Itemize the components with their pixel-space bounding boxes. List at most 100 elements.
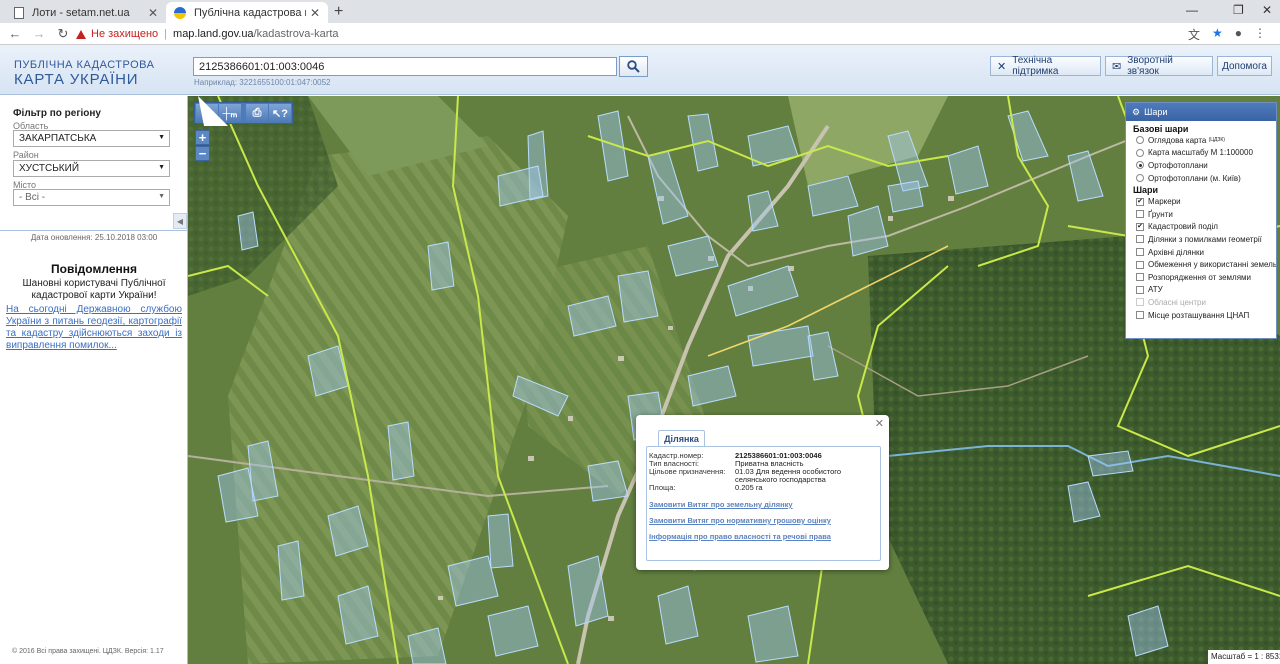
rayon-label: Район [13, 150, 39, 160]
zoom-control: + − [195, 130, 210, 162]
help-button[interactable]: Допомога [1217, 56, 1272, 76]
notice-title: Повідомлення [51, 262, 137, 276]
base-layer-option[interactable]: Оглядова карта (ЦДЗК) [1126, 134, 1276, 147]
area-label: Площа: [649, 483, 676, 492]
new-tab-icon[interactable]: + [334, 3, 343, 21]
zoom-in-button[interactable]: + [195, 130, 210, 145]
cadastral-search-input[interactable] [193, 57, 617, 76]
browser-tab-setam[interactable]: Лоти - setam.net.ua ✕ [6, 2, 166, 23]
search-button[interactable] [619, 56, 648, 77]
back-icon[interactable]: ← [6, 26, 24, 41]
order-valuation-link[interactable]: Замовити Витяг про нормативну грошову оц… [649, 516, 831, 525]
overlay-layer-option[interactable]: Ґрунти [1126, 208, 1276, 221]
tab-close-icon[interactable]: ✕ [310, 6, 320, 20]
gear-icon: ⚙ [1132, 106, 1141, 117]
support-button[interactable]: ✕ Технічна підтримка [990, 55, 1101, 77]
restore-icon[interactable]: ❐ [1233, 3, 1244, 17]
layers-header[interactable]: ⚙ Шари [1126, 103, 1276, 121]
copyright: © 2016 Всі права захищені. ЦДЗК. Версія:… [12, 648, 164, 655]
printer-icon: ⎙ [252, 106, 262, 119]
ukraine-emblem-icon [174, 6, 186, 19]
oblast-select[interactable]: ЗАКАРПАТСЬКА ▼ [13, 130, 170, 147]
overlay-layer-option[interactable]: Архівні ділянки [1126, 246, 1276, 259]
base-layer-option[interactable]: Карта масштабу М 1:100000 [1126, 147, 1276, 160]
checkbox-checked[interactable]: ✔ [1136, 222, 1144, 231]
update-date: Дата оновлення: 25.10.2018 03:00 [30, 233, 158, 242]
checkbox[interactable] [1136, 248, 1144, 257]
site-header: ПУБЛІЧНА КАДАСТРОВА КАРТА УКРАЇНИ Наприк… [0, 45, 1280, 95]
overlay-layer-option-disabled: Обласні центри [1126, 296, 1276, 309]
close-icon[interactable]: ✕ [875, 417, 884, 430]
notice-link[interactable]: На сьогодні Державною службою України з … [6, 304, 182, 352]
orthophoto-map[interactable] [188, 96, 1280, 664]
popup-pointer [198, 96, 228, 126]
overlay-layer-option[interactable]: Розпорядження от землями [1126, 271, 1276, 284]
minimize-icon[interactable]: — [1186, 3, 1198, 17]
filter-title: Фільтр по регіону [13, 108, 101, 119]
checkbox[interactable] [1136, 260, 1144, 269]
dropdown-arrow-icon: ▼ [158, 193, 165, 200]
menu-dots-icon[interactable]: ⋮ [1254, 26, 1266, 43]
url-path: /kadastrova-karta [253, 28, 339, 40]
tab-parcel[interactable]: Ділянка [658, 430, 705, 447]
bookmark-star-icon[interactable]: ★ [1212, 26, 1223, 43]
area-value: 0.205 га [735, 483, 763, 492]
base-layer-option[interactable]: Ортофотоплани [1126, 159, 1276, 172]
feedback-button[interactable]: ✉ Зворотній зв'язок [1105, 55, 1213, 77]
parcel-info-popup: ✕ Ділянка Кадастр.номер: 2125386601:01:0… [636, 415, 889, 570]
overlay-layer-option[interactable]: Обмеження у використанні земель [1126, 258, 1276, 271]
left-panel: Фільтр по регіону Область ЗАКАРПАТСЬКА ▼ … [0, 96, 188, 664]
overlay-layer-option[interactable]: ✔ Маркери [1126, 195, 1276, 208]
window-close-icon[interactable]: ✕ [1262, 3, 1272, 17]
overlay-layer-option[interactable]: ✔ Кадастровий поділ [1126, 221, 1276, 234]
popup-body: Кадастр.номер: 2125386601:01:003:0046 Ти… [646, 446, 881, 561]
order-extract-link[interactable]: Замовити Витяг про земельну ділянку [649, 500, 793, 509]
forward-icon[interactable]: → [30, 26, 48, 41]
address-bar: ← → ↻ Не захищено | map.land.gov.ua/kada… [0, 23, 1280, 45]
page-icon [14, 6, 24, 19]
base-layer-option[interactable]: Ортофотоплани (м. Київ) [1126, 172, 1276, 185]
url-field[interactable]: Не захищено | map.land.gov.ua/kadastrova… [76, 25, 1226, 43]
translate-icon[interactable]: 文 [1188, 26, 1200, 43]
identify-button[interactable]: ↖? [269, 104, 291, 122]
tab-close-icon[interactable]: ✕ [148, 6, 158, 20]
search-hint: Наприклад: 3221655100:01:047:0052 [194, 78, 331, 87]
overlay-layer-option[interactable]: Місце розташування ЦНАП [1126, 309, 1276, 322]
checkbox[interactable] [1136, 311, 1144, 320]
city-select[interactable]: - Всі - ▼ [13, 189, 170, 206]
dropdown-arrow-icon: ▼ [158, 134, 165, 141]
reload-icon[interactable]: ↻ [54, 26, 72, 42]
radio-button[interactable] [1136, 136, 1144, 145]
checkbox[interactable] [1136, 235, 1144, 244]
overlay-layer-option[interactable]: АТУ [1126, 284, 1276, 297]
rayon-select[interactable]: ХУСТСЬКИЙ ▼ [13, 160, 170, 177]
overlay-layers-title: Шари [1133, 185, 1159, 196]
browser-tabbar: Лоти - setam.net.ua ✕ Публічна кадастров… [0, 0, 1280, 23]
ownership-info-link[interactable]: Інформація про право власності та речові… [649, 532, 831, 541]
checkbox[interactable] [1136, 273, 1144, 282]
checkbox[interactable] [1136, 210, 1144, 219]
cursor-question-icon: ↖? [272, 107, 288, 120]
url-host: map.land.gov.ua [173, 28, 254, 40]
checkbox-disabled [1136, 298, 1144, 307]
layers-panel: ⚙ Шари Базові шари Оглядова карта (ЦДЗК)… [1125, 102, 1277, 339]
checkbox[interactable] [1136, 285, 1144, 294]
map-canvas[interactable]: |ₘ ┼ₘ ⎙ ↖? + − ⚙ Шари Базові шари Оглядо… [188, 96, 1280, 664]
browser-tab-kadastr[interactable]: Публічна кадастрова карта Укр ✕ [166, 2, 328, 23]
radio-button-selected[interactable] [1136, 161, 1144, 170]
collapse-panel-button[interactable]: ◀ [173, 213, 187, 229]
radio-button[interactable] [1136, 174, 1144, 183]
radio-button[interactable] [1136, 148, 1144, 157]
zoom-out-button[interactable]: − [195, 146, 210, 161]
notice-greeting: Шановні користувачі Публічної кадастрово… [22, 278, 166, 301]
logo-line2: КАРТА УКРАЇНИ [14, 71, 139, 88]
profile-icon[interactable]: ● [1235, 26, 1242, 43]
overlay-layer-option[interactable]: Ділянки з помилками геометрії [1126, 233, 1276, 246]
checkbox-checked[interactable]: ✔ [1136, 197, 1144, 206]
warning-icon [76, 29, 86, 39]
print-button[interactable]: ⎙ [246, 104, 268, 122]
tools-icon: ✕ [997, 60, 1007, 73]
envelope-icon: ✉ [1112, 60, 1122, 73]
security-warning[interactable]: Не захищено [76, 28, 158, 40]
tab-title: Лоти - setam.net.ua [32, 6, 130, 19]
